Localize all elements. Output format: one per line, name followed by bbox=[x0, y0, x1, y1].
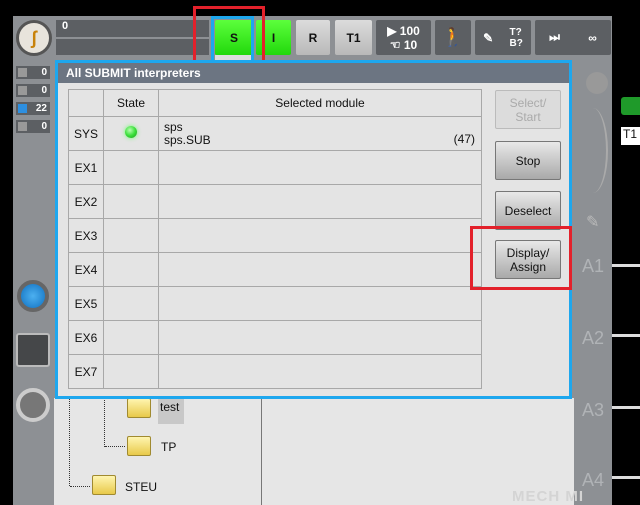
jog-override: 10 bbox=[403, 37, 418, 52]
row-name: EX7 bbox=[68, 354, 104, 389]
state-cell bbox=[103, 116, 159, 151]
row-name: EX4 bbox=[68, 252, 104, 287]
table-row[interactable]: EX2 bbox=[68, 184, 482, 219]
tree-line bbox=[104, 398, 105, 447]
counter-dialog[interactable]: 0 bbox=[16, 120, 50, 133]
base-label: B? bbox=[509, 37, 523, 49]
folder-icon bbox=[127, 436, 151, 456]
table-row[interactable]: EX1 bbox=[68, 150, 482, 185]
column-header-module: Selected module bbox=[158, 89, 482, 117]
tree-line bbox=[69, 398, 70, 486]
message-field bbox=[56, 39, 209, 55]
row-name: EX1 bbox=[68, 150, 104, 185]
stop-button[interactable]: Stop bbox=[495, 141, 561, 180]
table-row[interactable]: EX4 bbox=[68, 252, 482, 287]
incremental-jog-button[interactable]: ⏭ ∞ bbox=[535, 20, 611, 55]
robot-logo-button[interactable]: ʃ bbox=[16, 20, 52, 56]
folder-icon bbox=[127, 398, 151, 418]
incremental-value: ∞ bbox=[588, 30, 597, 45]
jog-key-a2[interactable] bbox=[612, 334, 640, 337]
robot-interpreter-button[interactable]: R bbox=[296, 20, 330, 55]
axis-label-a2: A2 bbox=[582, 328, 605, 348]
table-row[interactable]: EX3 bbox=[68, 218, 482, 253]
jog-rotation-arrow-icon[interactable] bbox=[578, 108, 608, 193]
tree-line bbox=[105, 446, 125, 447]
operating-mode-button[interactable]: T1 bbox=[335, 20, 372, 55]
gear-icon[interactable] bbox=[17, 280, 49, 312]
running-led-icon bbox=[125, 126, 137, 138]
tool-jog-icon[interactable]: ✎ bbox=[586, 212, 599, 232]
focus-box bbox=[211, 16, 254, 64]
select-start-button[interactable]: Select/ Start bbox=[495, 90, 561, 129]
row-name: EX6 bbox=[68, 320, 104, 355]
dialog-title: All SUBMIT interpreters bbox=[58, 63, 569, 83]
row-name: SYS bbox=[68, 116, 104, 151]
play-icon: ▶ bbox=[387, 23, 400, 38]
line-number: (47) bbox=[453, 132, 475, 146]
walking-man-icon[interactable]: 🚶 bbox=[435, 20, 471, 55]
jog-key-a1[interactable] bbox=[612, 264, 640, 267]
interpreters-table: State Selected module SYS sps sps.SUB (4… bbox=[68, 89, 482, 389]
override-button[interactable]: ▶ 100 ☜ 10 bbox=[376, 20, 431, 55]
status-field: 0 bbox=[56, 20, 209, 37]
warning-icon bbox=[18, 86, 27, 95]
highlight-box bbox=[470, 226, 572, 290]
divider bbox=[261, 398, 262, 505]
table-row[interactable]: SYS sps sps.SUB (47) bbox=[68, 116, 482, 151]
clock-icon[interactable] bbox=[16, 333, 50, 367]
row-name: EX2 bbox=[68, 184, 104, 219]
table-row[interactable]: EX6 bbox=[68, 320, 482, 355]
row-name: EX3 bbox=[68, 218, 104, 253]
program-override: 100 bbox=[399, 23, 420, 38]
info-icon bbox=[18, 104, 27, 113]
counter-info[interactable]: 22 bbox=[16, 102, 50, 115]
tree-line bbox=[70, 486, 90, 487]
tree-item-steu[interactable]: STEU bbox=[125, 480, 157, 494]
globe-icon[interactable] bbox=[586, 72, 608, 94]
green-status-button[interactable] bbox=[621, 97, 640, 115]
watermark-logo: MECH MI bbox=[512, 488, 584, 505]
axis-label-a1: A1 bbox=[582, 256, 605, 276]
ack-icon bbox=[18, 68, 27, 77]
jog-key-a3[interactable] bbox=[612, 406, 640, 409]
folder-icon bbox=[92, 475, 116, 495]
jog-hand-icon: ☜ bbox=[389, 37, 404, 52]
module-name: sps bbox=[164, 119, 183, 134]
table-header: State Selected module bbox=[68, 89, 482, 117]
tree-item-tp[interactable]: TP bbox=[161, 440, 176, 454]
fast-forward-icon: ⏭ bbox=[549, 30, 560, 44]
table-row[interactable]: EX7 bbox=[68, 354, 482, 389]
table-row[interactable]: EX5 bbox=[68, 286, 482, 321]
axis-label-a4: A4 bbox=[582, 470, 605, 490]
tool-icon: ✎ bbox=[483, 30, 494, 45]
jog-key-a4[interactable] bbox=[612, 476, 640, 479]
column-header-state: State bbox=[103, 89, 159, 117]
t1-field: T1 bbox=[621, 127, 640, 145]
module-file: sps.SUB bbox=[164, 132, 211, 147]
counter-warning[interactable]: 0 bbox=[16, 84, 50, 97]
deselect-button[interactable]: Deselect bbox=[495, 191, 561, 230]
module-cell: sps sps.SUB (47) bbox=[158, 116, 482, 151]
dialog-icon bbox=[18, 122, 27, 131]
row-name: EX5 bbox=[68, 286, 104, 321]
user-group-icon[interactable] bbox=[16, 388, 50, 422]
axis-label-a3: A3 bbox=[582, 400, 605, 420]
counter-ack[interactable]: 0 bbox=[16, 66, 50, 79]
tool-base-button[interactable]: ✎ T? B? bbox=[475, 20, 531, 55]
tree-item-test[interactable]: test bbox=[160, 400, 179, 414]
column-header-name bbox=[68, 89, 104, 117]
tool-label: T? bbox=[509, 26, 522, 38]
